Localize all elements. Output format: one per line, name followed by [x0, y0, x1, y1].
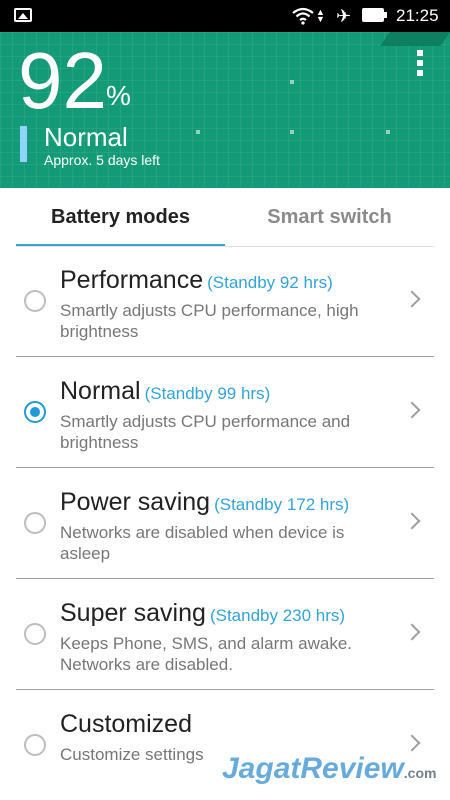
grid-dot: [386, 130, 390, 134]
chevron-right-icon[interactable]: [403, 734, 421, 752]
tab-smart-switch[interactable]: Smart switch: [225, 188, 434, 246]
radio-button[interactable]: [24, 623, 46, 645]
grid-dot: [290, 130, 294, 134]
chevron-right-icon[interactable]: [403, 512, 421, 530]
radio-button[interactable]: [24, 734, 46, 756]
airplane-mode-icon: ✈: [336, 6, 352, 26]
mode-title: Normal: [60, 377, 141, 405]
mode-item-normal[interactable]: Normal (Standby 99 hrs) Smartly adjusts C…: [16, 357, 434, 468]
status-bar: ▲ ▼ ✈ 21:25: [0, 0, 450, 32]
mode-standby: (Standby 99 hrs): [144, 384, 271, 403]
grid-dot: [196, 130, 200, 134]
mode-description: Networks are disabled when device is asl…: [60, 523, 345, 563]
mode-title: Performance: [60, 266, 204, 294]
time-remaining-label: Approx. 5 days left: [44, 152, 160, 168]
battery-percentage: 92: [18, 36, 107, 125]
battery-icon: [362, 8, 387, 22]
mode-description: Smartly adjusts CPU performance and brig…: [60, 412, 351, 452]
mode-item-performance[interactable]: Performance (Standby 92 hrs) Smartly adju…: [16, 246, 434, 357]
mode-title-row: Performance (Standby 92 hrs): [60, 266, 333, 295]
radio-button[interactable]: [24, 290, 46, 312]
watermark-suffix: .com: [403, 765, 437, 781]
mode-title-row: Super saving (Standby 230 hrs): [60, 599, 345, 628]
status-time: 21:25: [396, 6, 439, 25]
watermark-text: JagatReview: [222, 752, 404, 785]
mode-title: Power saving: [60, 488, 211, 516]
tab-bar: Battery modes Smart switch: [16, 188, 434, 247]
mode-title-row: Power saving (Standby 172 hrs): [60, 488, 349, 517]
gallery-notification-icon: [14, 8, 32, 22]
percent-sign: %: [106, 80, 131, 111]
header-corner-accent: [380, 32, 450, 46]
mode-item-super-saving[interactable]: Super saving (Standby 230 hrs) Keeps Phon…: [16, 579, 434, 690]
chevron-right-icon[interactable]: [403, 623, 421, 641]
tab-battery-modes[interactable]: Battery modes: [16, 188, 225, 246]
wifi-data-arrows-icon: ▲ ▼: [316, 7, 325, 24]
mode-item-power-saving[interactable]: Power saving (Standby 172 hrs) Networks a…: [16, 468, 434, 579]
battery-level-indicator: [20, 126, 27, 162]
battery-mode-list: Performance (Standby 92 hrs) Smartly adju…: [16, 246, 434, 800]
current-mode-label: Normal: [44, 122, 128, 152]
overflow-menu-icon[interactable]: [410, 50, 430, 84]
mode-standby: (Standby 230 hrs): [209, 606, 346, 625]
watermark-logo: JagatReview.com: [222, 752, 436, 786]
mode-standby: (Standby 92 hrs): [207, 273, 333, 292]
mode-title: Super saving: [60, 599, 206, 627]
mode-title-row: Normal (Standby 99 hrs): [60, 377, 270, 406]
radio-button-selected[interactable]: [24, 401, 46, 423]
mode-standby: (Standby 172 hrs): [214, 495, 350, 514]
mode-description: Smartly adjusts CPU performance, high br…: [60, 301, 359, 341]
grid-dot: [290, 80, 294, 84]
chevron-right-icon[interactable]: [403, 401, 421, 419]
mode-title-row: Customized: [60, 710, 192, 739]
wifi-icon: [292, 7, 314, 25]
mode-title: Customized: [60, 710, 192, 738]
battery-header: 92 % Normal Approx. 5 days left: [0, 32, 450, 188]
mode-description: Keeps Phone, SMS, and alarm awake. Netwo…: [60, 634, 352, 674]
chevron-right-icon[interactable]: [403, 290, 421, 308]
radio-button[interactable]: [24, 512, 46, 534]
